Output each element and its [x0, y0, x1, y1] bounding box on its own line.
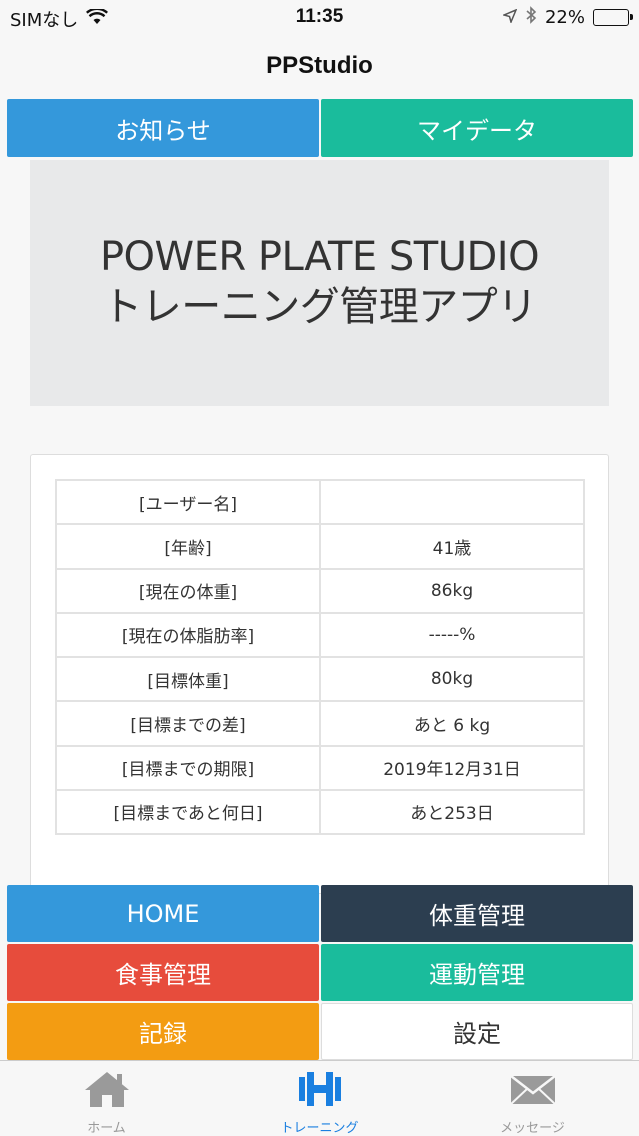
tab-notices[interactable]: お知らせ — [7, 99, 319, 157]
hero-subtitle: トレーニング管理アプリ — [102, 284, 537, 330]
row-value: -----% — [319, 611, 585, 659]
home-button[interactable]: HOME — [7, 885, 319, 942]
table-row: [目標まであと何日] あと253日 — [55, 788, 585, 836]
table-row: [現在の体重] 86kg — [55, 567, 585, 614]
bluetooth-icon — [525, 6, 537, 29]
row-label: [目標体重] — [55, 655, 321, 703]
tab-training[interactable]: トレーニング — [213, 1061, 426, 1136]
row-label: [年齢] — [55, 523, 321, 570]
records-button[interactable]: 記録 — [7, 1003, 319, 1060]
tab-training-label: トレーニング — [280, 1121, 359, 1136]
nav-title: PPStudio — [266, 52, 373, 79]
meal-management-button[interactable]: 食事管理 — [7, 944, 319, 1001]
tab-my-data[interactable]: マイデータ — [321, 99, 633, 157]
table-row: [目標までの期限] 2019年12月31日 — [55, 744, 585, 791]
row-label: [ユーザー名] — [55, 478, 321, 526]
row-value: 86kg — [319, 567, 585, 614]
tab-messages-label: メッセージ — [500, 1121, 565, 1136]
mail-icon — [508, 1069, 558, 1113]
row-value: あと253日 — [319, 788, 585, 836]
battery-icon — [593, 9, 633, 26]
table-row: [年齢] 41歳 — [55, 523, 585, 570]
row-value — [319, 478, 585, 526]
tab-home[interactable]: ホーム — [0, 1061, 213, 1136]
training-icon — [295, 1069, 345, 1113]
home-icon — [82, 1069, 132, 1113]
row-value: 41歳 — [319, 523, 585, 570]
location-icon — [501, 7, 518, 28]
exercise-management-button[interactable]: 運動管理 — [321, 944, 633, 1001]
user-info-table: [ユーザー名] [年齢] 41歳 [現在の体重] 86kg [現在の体脂肪率] -----%… — [55, 478, 585, 836]
row-label: [現在の体重] — [55, 567, 321, 614]
hero-title: POWER PLATE STUDIO — [99, 234, 540, 280]
menu-grid: HOME 体重管理 食事管理 運動管理 記録 設定 — [7, 885, 633, 1060]
weight-management-button[interactable]: 体重管理 — [321, 885, 633, 942]
tab-home-label: ホーム — [87, 1121, 126, 1136]
row-value: 80kg — [319, 655, 585, 703]
tab-messages[interactable]: メッセージ — [426, 1061, 639, 1136]
row-value: 2019年12月31日 — [319, 744, 585, 791]
row-label: [目標までの差] — [55, 700, 321, 747]
row-value: あと 6 kg — [319, 700, 585, 747]
table-row: [目標体重] 80kg — [55, 655, 585, 703]
tab-bar: ホーム トレーニング メッセージ — [0, 1060, 639, 1136]
row-label: [現在の体脂肪率] — [55, 611, 321, 659]
top-tabs: お知らせ マイデータ — [7, 99, 633, 157]
user-info-panel: [ユーザー名] [年齢] 41歳 [現在の体重] 86kg [現在の体脂肪率] -----%… — [30, 454, 609, 894]
status-right: 22% — [501, 6, 633, 29]
hero-banner: POWER PLATE STUDIO トレーニング管理アプリ — [30, 160, 609, 406]
row-label: [目標までの期限] — [55, 744, 321, 791]
battery-percent: 22% — [544, 7, 585, 28]
settings-button[interactable]: 設定 — [321, 1003, 633, 1060]
status-bar: SIMなし 11:35 22% — [0, 0, 639, 36]
row-label: [目標まであと何日] — [55, 788, 321, 836]
table-row: [現在の体脂肪率] -----% — [55, 611, 585, 659]
table-row: [目標までの差] あと 6 kg — [55, 700, 585, 747]
table-row: [ユーザー名] — [55, 478, 585, 526]
